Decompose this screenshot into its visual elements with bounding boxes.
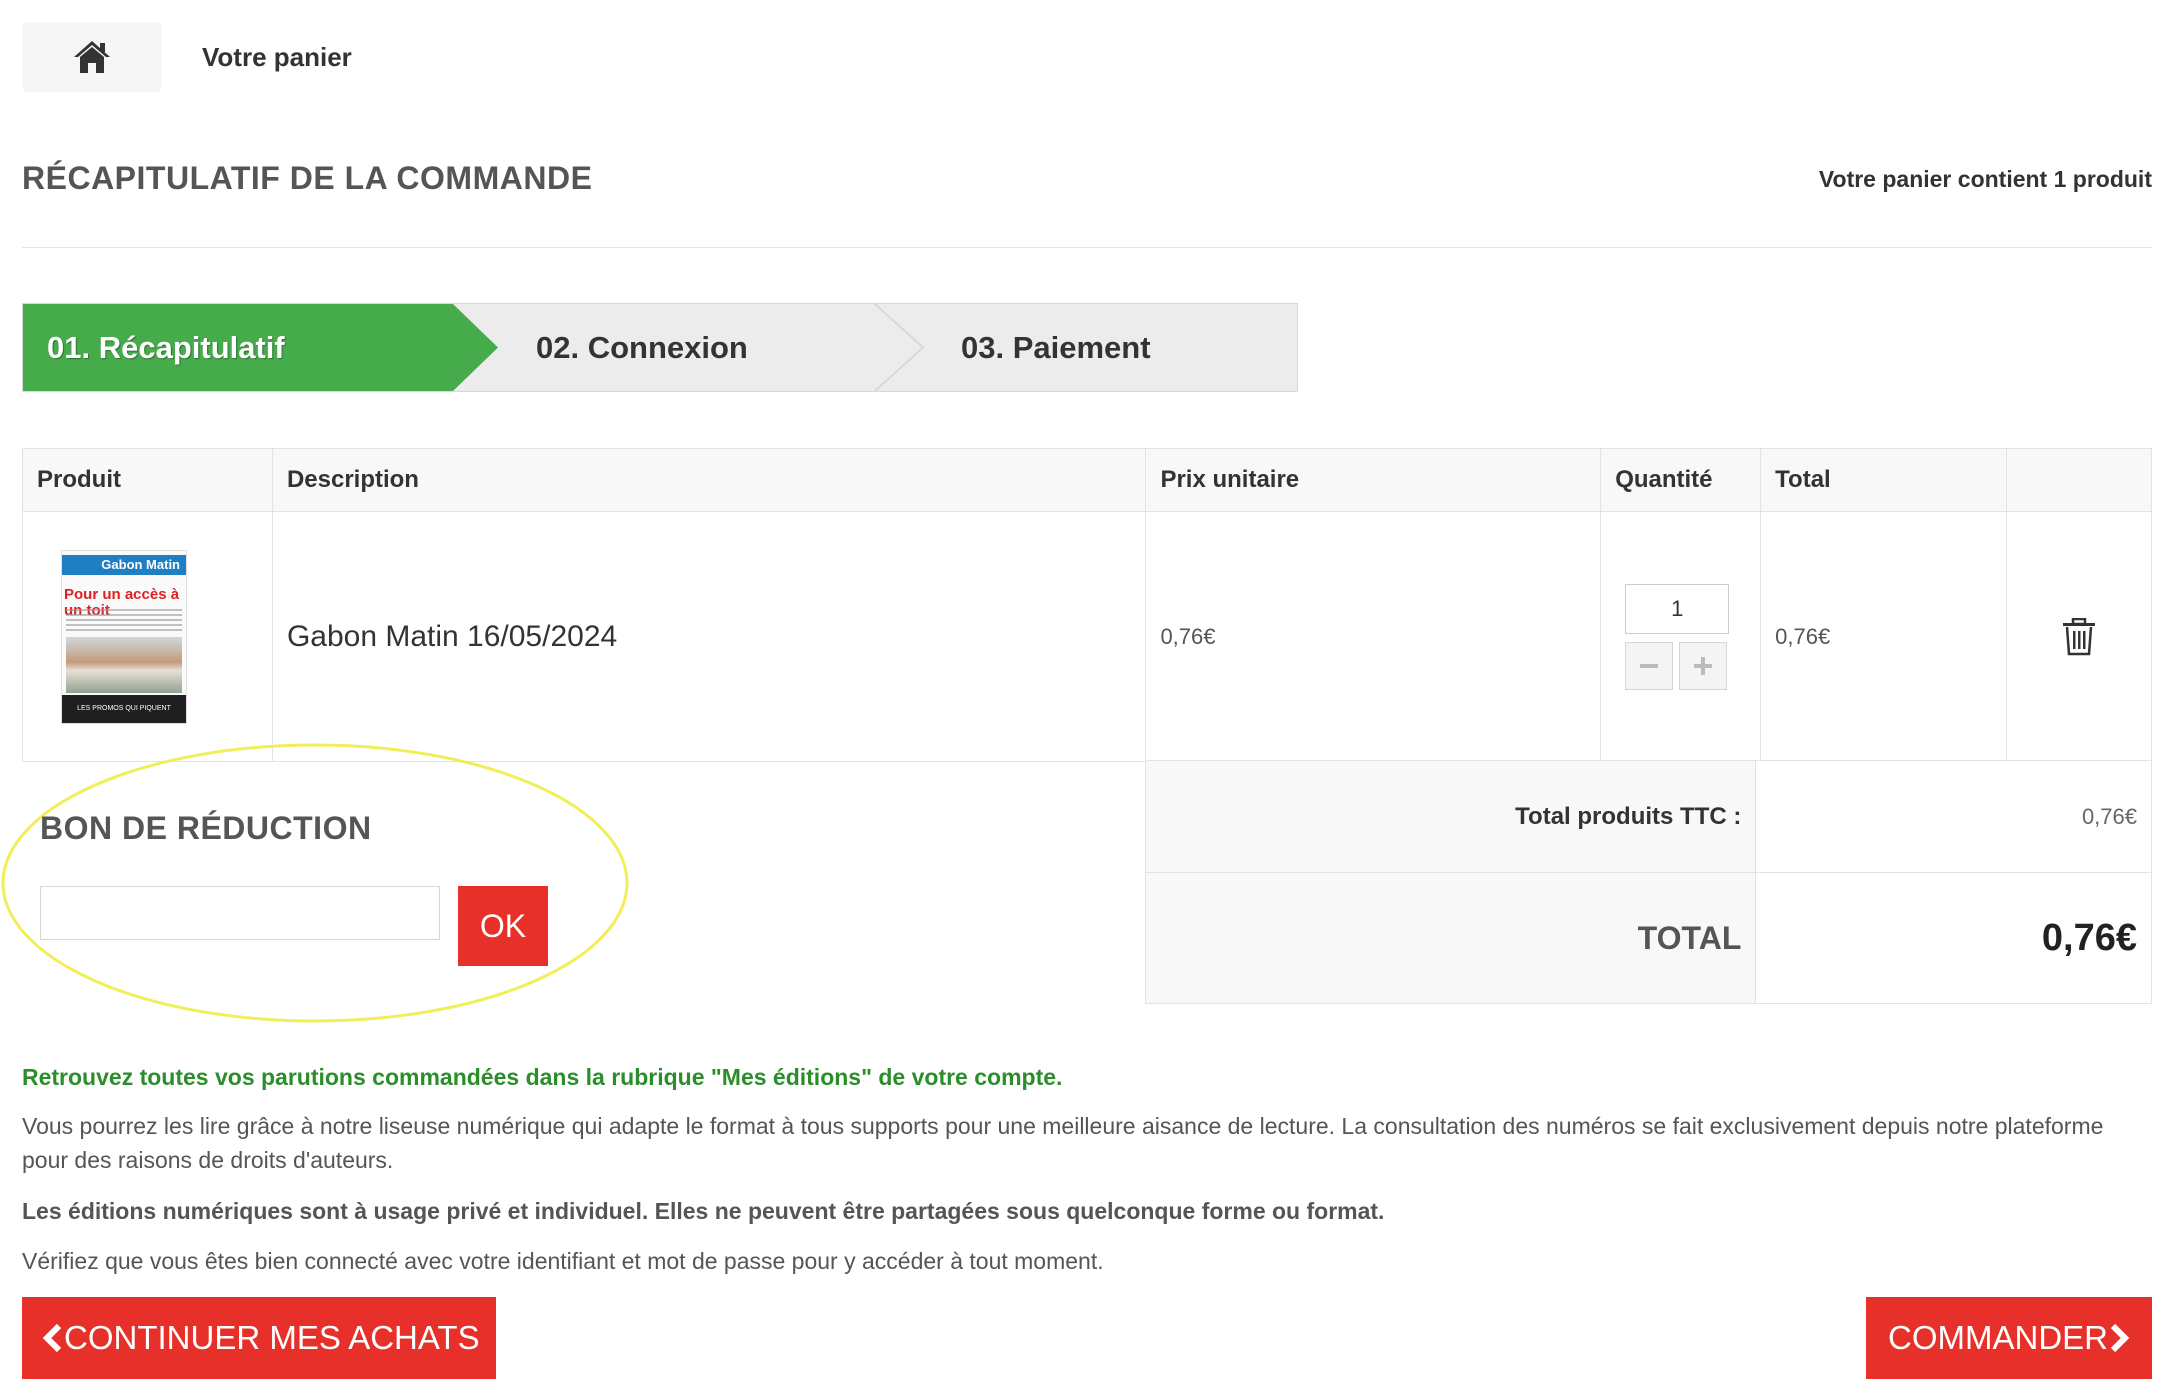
step-connexion: 02. Connexion: [536, 329, 748, 365]
grand-total-value: 0,76€: [1755, 872, 2152, 1004]
product-cell: Gabon Matin Pour un accès à un toit LES …: [22, 511, 273, 762]
header-delete: [2006, 448, 2152, 512]
header-description: Description: [271, 448, 1147, 512]
plus-icon: [1694, 656, 1713, 675]
line-total: 0,76€: [1760, 511, 2008, 762]
continue-shopping-button[interactable]: CONTINUER MES ACHATS: [22, 1297, 496, 1379]
info-login-reminder: Vérifiez que vous êtes bien connecté ave…: [22, 1248, 1104, 1274]
quantity-increase-button[interactable]: [1679, 641, 1728, 690]
info-reader-text: Vous pourrez les lire grâce à notre lise…: [22, 1113, 2104, 1173]
header-quantite: Quantité: [1600, 448, 1762, 512]
chevron-right-icon: [2110, 1323, 2130, 1353]
thumbnail-masthead: Gabon Matin: [62, 554, 186, 575]
product-thumbnail[interactable]: Gabon Matin Pour un accès à un toit LES …: [61, 549, 187, 724]
step-separator: [874, 304, 925, 391]
delete-cell: [2006, 511, 2152, 762]
breadcrumb-current: Votre panier: [202, 41, 352, 72]
home-button[interactable]: [22, 22, 162, 92]
description-cell: Gabon Matin 16/05/2024: [271, 511, 1147, 762]
total-products-value: 0,76€: [1755, 760, 2152, 873]
product-description[interactable]: Gabon Matin 16/05/2024: [287, 620, 617, 653]
total-products-label: Total produits TTC :: [1144, 760, 1757, 873]
header-produit: Produit: [22, 448, 273, 512]
order-label: COMMANDER: [1888, 1319, 2108, 1356]
thumbnail-photo: [66, 636, 182, 693]
step-recapitulatif: 01. Récapitulatif: [23, 304, 498, 391]
grand-total-label: TOTAL: [1144, 872, 1757, 1004]
order-button[interactable]: COMMANDER: [1866, 1297, 2152, 1379]
home-icon: [74, 41, 110, 73]
continue-shopping-label: CONTINUER MES ACHATS: [64, 1319, 480, 1356]
grand-total-row: TOTAL 0,76€: [1144, 872, 2152, 1004]
minus-icon: [1640, 663, 1659, 668]
coupon-input[interactable]: [40, 886, 440, 940]
quantity-stepper: [1625, 641, 1760, 690]
thumbnail-text-lines: [66, 608, 182, 633]
table-row: Gabon Matin Pour un accès à un toit LES …: [22, 511, 2152, 762]
table-header-row: Produit Description Prix unitaire Quanti…: [22, 448, 2152, 512]
coupon-ok-button[interactable]: OK: [458, 886, 548, 966]
trash-icon: [2063, 617, 2096, 655]
coupon-title: BON DE RÉDUCTION: [40, 810, 372, 846]
page-title: RÉCAPITULATIF DE LA COMMANDE: [22, 160, 593, 196]
step-paiement: 03. Paiement: [961, 329, 1151, 365]
quantity-decrease-button[interactable]: [1625, 641, 1674, 690]
unit-price: 0,76€: [1145, 511, 1602, 762]
delete-button[interactable]: [2021, 617, 2151, 656]
info-editions-notice: Retrouvez toutes vos parutions commandée…: [22, 1064, 1063, 1090]
header-prix-unitaire: Prix unitaire: [1145, 448, 1602, 512]
checkout-steps: 01. Récapitulatif 02. Connexion 03. Paie…: [22, 303, 1298, 392]
quantity-input[interactable]: 1: [1625, 583, 1730, 634]
info-private-use: Les éditions numériques sont à usage pri…: [22, 1198, 1385, 1224]
cart-count: Votre panier contient 1 produit: [1818, 166, 2152, 192]
total-products-row: Total produits TTC : 0,76€: [1144, 760, 2152, 873]
divider: [22, 247, 2152, 248]
thumbnail-footer: LES PROMOS QUI PIQUENT: [62, 694, 186, 723]
highlight-annotation: [1, 743, 629, 1023]
quantity-cell: 1: [1600, 511, 1762, 762]
header-total: Total: [1760, 448, 2008, 512]
totals-table: Total produits TTC : 0,76€ TOTAL 0,76€: [1144, 760, 2152, 1004]
breadcrumb: Votre panier: [22, 22, 352, 92]
chevron-left-icon: [42, 1323, 62, 1353]
cart-table: Produit Description Prix unitaire Quanti…: [22, 448, 2152, 762]
